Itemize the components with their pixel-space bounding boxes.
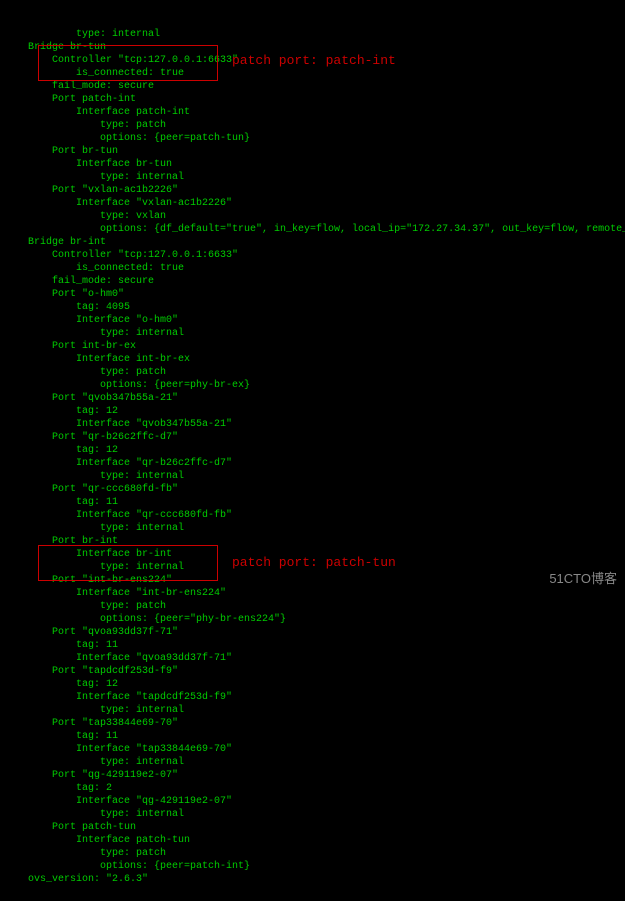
terminal-line: Port "qvob347b55a-21" bbox=[4, 392, 621, 405]
terminal-line: Interface "qr-b26c2ffc-d7" bbox=[4, 457, 621, 470]
terminal-line: type: internal bbox=[4, 171, 621, 184]
terminal-line: Interface br-tun bbox=[4, 158, 621, 171]
annotation-patch-tun: patch port: patch-tun bbox=[232, 555, 396, 572]
annotation-patch-int: patch port: patch-int bbox=[232, 53, 396, 70]
terminal-line: options: {peer=patch-tun} bbox=[4, 132, 621, 145]
terminal-line: options: {peer="phy-br-ens224"} bbox=[4, 613, 621, 626]
terminal-line: Interface patch-int bbox=[4, 106, 621, 119]
terminal-line: type: patch bbox=[4, 366, 621, 379]
terminal-line: tag: 11 bbox=[4, 496, 621, 509]
terminal-line: type: patch bbox=[4, 847, 621, 860]
terminal-line: options: {peer=patch-int} bbox=[4, 860, 621, 873]
terminal-line: Port int-br-ex bbox=[4, 340, 621, 353]
terminal-line: fail_mode: secure bbox=[4, 80, 621, 93]
terminal-line: tag: 12 bbox=[4, 405, 621, 418]
terminal-line: type: internal bbox=[4, 327, 621, 340]
terminal-line: Interface "vxlan-ac1b2226" bbox=[4, 197, 621, 210]
terminal-line: Interface "qg-429119e2-07" bbox=[4, 795, 621, 808]
terminal-line: Port "int-br-ens224" bbox=[4, 574, 621, 587]
terminal-output: type: internal Bridge br-tun Controller … bbox=[0, 0, 625, 901]
terminal-line: options: {df_default="true", in_key=flow… bbox=[4, 223, 621, 236]
terminal-lines-container: type: internal Bridge br-tun Controller … bbox=[4, 28, 621, 886]
terminal-line: Port "tap33844e69-70" bbox=[4, 717, 621, 730]
terminal-line: type: internal bbox=[4, 756, 621, 769]
terminal-line: fail_mode: secure bbox=[4, 275, 621, 288]
terminal-line: Interface int-br-ex bbox=[4, 353, 621, 366]
watermark: 51CTO博客 bbox=[549, 571, 617, 588]
terminal-line: Controller "tcp:127.0.0.1:6633" bbox=[4, 249, 621, 262]
terminal-line: tag: 2 bbox=[4, 782, 621, 795]
terminal-line: tag: 11 bbox=[4, 730, 621, 743]
terminal-line: Interface "qvoa93dd37f-71" bbox=[4, 652, 621, 665]
terminal-line: Interface "tap33844e69-70" bbox=[4, 743, 621, 756]
terminal-line: Port "qg-429119e2-07" bbox=[4, 769, 621, 782]
terminal-line: Port patch-int bbox=[4, 93, 621, 106]
terminal-line: type: internal bbox=[4, 522, 621, 535]
terminal-line: Interface "qvob347b55a-21" bbox=[4, 418, 621, 431]
terminal-line: Interface "tapdcdf253d-f9" bbox=[4, 691, 621, 704]
terminal-line: options: {peer=phy-br-ex} bbox=[4, 379, 621, 392]
terminal-line: Port "tapdcdf253d-f9" bbox=[4, 665, 621, 678]
terminal-line: Port "o-hm0" bbox=[4, 288, 621, 301]
terminal-line: Interface patch-tun bbox=[4, 834, 621, 847]
terminal-line: tag: 4095 bbox=[4, 301, 621, 314]
terminal-line: Port "vxlan-ac1b2226" bbox=[4, 184, 621, 197]
terminal-line: type: vxlan bbox=[4, 210, 621, 223]
terminal-line: tag: 12 bbox=[4, 444, 621, 457]
terminal-line: tag: 11 bbox=[4, 639, 621, 652]
terminal-line: type: internal bbox=[4, 28, 621, 41]
terminal-line: Interface "o-hm0" bbox=[4, 314, 621, 327]
terminal-line: Bridge br-int bbox=[4, 236, 621, 249]
terminal-line: Port "qr-ccc680fd-fb" bbox=[4, 483, 621, 496]
terminal-line: Interface "int-br-ens224" bbox=[4, 587, 621, 600]
terminal-line: type: internal bbox=[4, 808, 621, 821]
terminal-line: type: patch bbox=[4, 119, 621, 132]
terminal-line: type: internal bbox=[4, 470, 621, 483]
terminal-line: type: internal bbox=[4, 704, 621, 717]
terminal-line: tag: 12 bbox=[4, 678, 621, 691]
terminal-line: ovs_version: "2.6.3" bbox=[4, 873, 621, 886]
terminal-line: Port "qvoa93dd37f-71" bbox=[4, 626, 621, 639]
terminal-line: is_connected: true bbox=[4, 262, 621, 275]
terminal-line: Port br-int bbox=[4, 535, 621, 548]
terminal-line: Port patch-tun bbox=[4, 821, 621, 834]
terminal-line: type: patch bbox=[4, 600, 621, 613]
terminal-line: Port br-tun bbox=[4, 145, 621, 158]
terminal-line: Port "qr-b26c2ffc-d7" bbox=[4, 431, 621, 444]
terminal-line: Interface "qr-ccc680fd-fb" bbox=[4, 509, 621, 522]
